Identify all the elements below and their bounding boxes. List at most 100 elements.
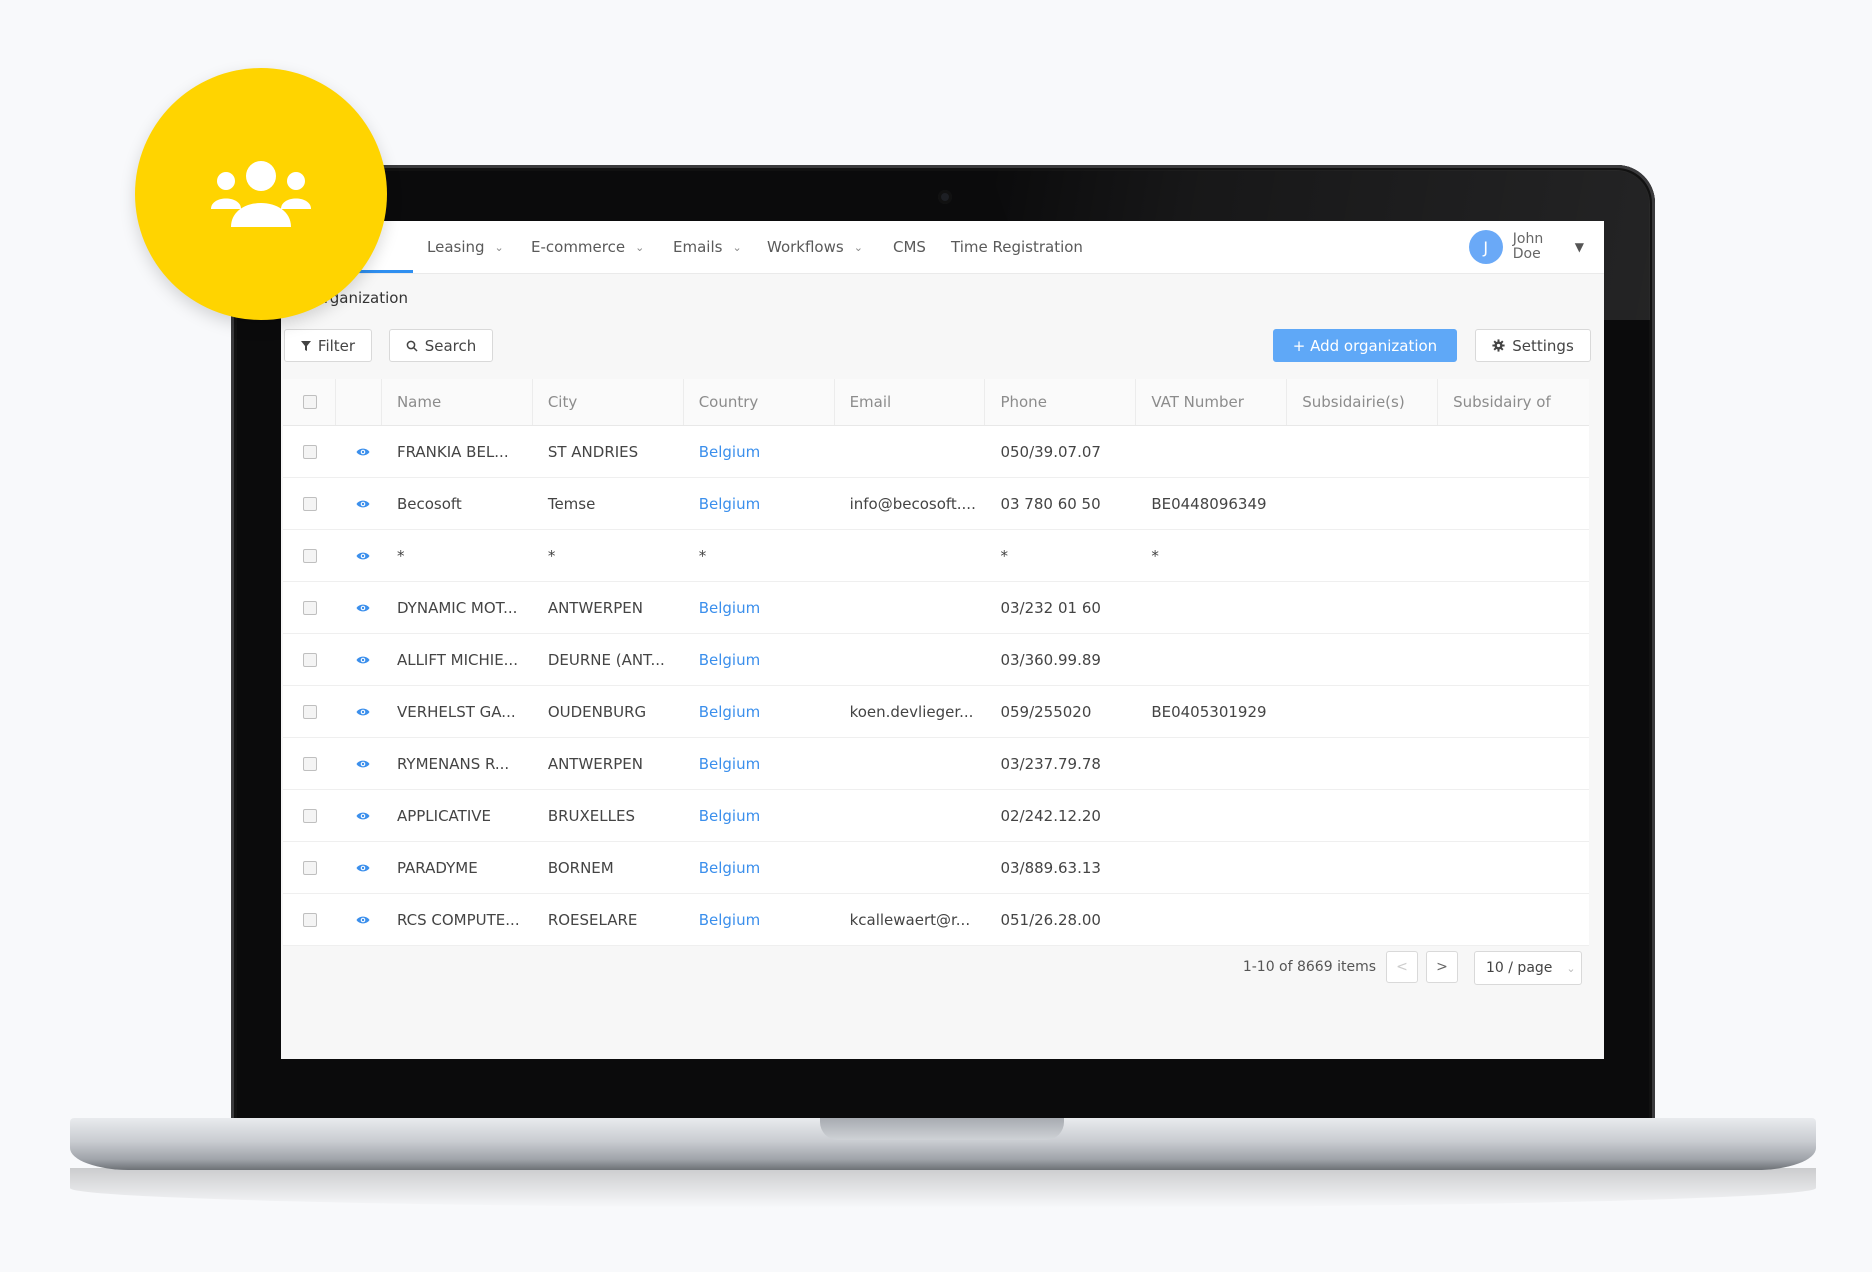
eye-icon[interactable] [356,759,370,769]
row-name: RYMENANS R... [396,754,510,773]
row-country[interactable]: Belgium [684,686,835,737]
column-header-country[interactable]: Country [684,379,835,425]
row-subsidiary-of [1438,842,1589,893]
search-button[interactable]: Search [389,329,493,362]
row-checkbox[interactable] [303,548,317,563]
filter-button[interactable]: Filter [284,329,372,362]
prev-page-button[interactable]: < [1386,951,1418,983]
table-row[interactable]: ALLIFT MICHIE... DEURNE (ANT... Belgium 03/… [283,634,1589,686]
row-checkbox[interactable] [303,912,317,927]
nav-item-time-registration[interactable]: Time Registration [951,221,1083,273]
row-phone: * [1000,546,1008,565]
row-name: APPLICATIVE [396,806,491,825]
column-header-subsidiary-of[interactable]: Subsidairy of [1438,379,1589,425]
column-header-subsidiaries[interactable]: Subsidairie(s) [1287,379,1439,425]
row-name: FRANKIA BEL... [396,442,509,461]
row-phone: 051/26.28.00 [1000,910,1101,929]
row-country[interactable]: Belgium [684,478,835,529]
row-country[interactable]: Belgium [684,634,835,685]
row-view-cell [336,686,382,737]
row-checkbox[interactable] [303,600,317,615]
select-all-checkbox[interactable] [303,395,317,409]
nav-item-workflows[interactable]: Workflows ⌄ [767,221,863,273]
organizations-table: Name City Country Email Phone VAT Number… [283,379,1589,946]
column-header-phone[interactable]: Phone [985,379,1137,425]
table-row[interactable]: RYMENANS R... ANTWERPEN Belgium 03/237.79.7… [283,738,1589,790]
header-view-cell [336,379,382,425]
eye-icon[interactable] [356,655,370,665]
laptop-camera [938,190,952,204]
row-city: ANTWERPEN [547,754,643,773]
row-email: koen.devlieger... [849,702,974,721]
row-select-cell [283,634,336,685]
row-checkbox[interactable] [303,704,317,719]
row-subsidiaries [1287,530,1438,581]
row-city: OUDENBURG [547,702,647,721]
row-vat-number [1136,894,1287,945]
add-organization-button[interactable]: + Add organization [1273,329,1457,362]
column-header-city[interactable]: City [533,379,684,425]
table-row[interactable]: * * * * * [283,530,1589,582]
next-page-button[interactable]: > [1426,951,1458,983]
row-view-cell [336,634,382,685]
row-subsidiaries [1287,686,1438,737]
row-subsidiary-of [1438,790,1589,841]
caret-down-icon: ▼ [1574,240,1584,254]
nav-item-cms[interactable]: CMS [893,221,926,273]
row-select-cell [283,842,336,893]
table-row[interactable]: VERHELST GA... OUDENBURG Belgium koen.devli… [283,686,1589,738]
table-row[interactable]: Becosoft Temse Belgium info@becosoft.... 03 … [283,478,1589,530]
row-country[interactable]: Belgium [684,738,835,789]
nav-item-ecommerce[interactable]: E-commerce ⌄ [531,221,644,273]
row-select-cell [283,894,336,945]
column-header-vat-number[interactable]: VAT Number [1136,379,1288,425]
row-checkbox[interactable] [303,496,317,511]
users-icon [211,161,311,227]
table-row[interactable]: DYNAMIC MOT... ANTWERPEN Belgium 03/232 01 … [283,582,1589,634]
row-city: ROESELARE [547,910,638,929]
row-checkbox[interactable] [303,860,317,875]
table-row[interactable]: FRANKIA BEL... ST ANDRIES Belgium 050/39.07… [283,426,1589,478]
nav-item-emails[interactable]: Emails ⌄ [673,221,742,273]
table-row[interactable]: RCS COMPUTE... ROESELARE Belgium kcallewaer… [283,894,1589,946]
row-country[interactable]: Belgium [684,790,835,841]
eye-icon[interactable] [356,863,370,873]
eye-icon[interactable] [356,707,370,717]
row-view-cell [336,478,382,529]
eye-icon[interactable] [356,811,370,821]
row-subsidiary-of [1438,530,1589,581]
row-vat-number: * [1151,546,1159,565]
eye-icon[interactable] [356,499,370,509]
eye-icon[interactable] [356,447,370,457]
row-view-cell [336,894,382,945]
row-checkbox[interactable] [303,444,317,459]
table-row[interactable]: PARADYME BORNEM Belgium 03/889.63.13 [283,842,1589,894]
eye-icon[interactable] [356,551,370,561]
table-row[interactable]: APPLICATIVE BRUXELLES Belgium 02/242.12.20 [283,790,1589,842]
row-phone: 059/255020 [1000,702,1092,721]
row-country[interactable]: Belgium [684,426,835,477]
row-country[interactable]: Belgium [684,842,835,893]
eye-icon[interactable] [356,915,370,925]
row-checkbox[interactable] [303,808,317,823]
column-header-name[interactable]: Name [382,379,533,425]
row-email: info@becosoft.... [849,494,976,513]
row-city: BRUXELLES [547,806,635,825]
settings-button[interactable]: Settings [1475,329,1591,362]
row-select-cell [283,426,336,477]
user-menu[interactable]: J John Doe ▼ [1468,230,1584,264]
row-email [835,426,986,477]
nav-item-label: CMS [893,238,926,256]
row-subsidiaries [1287,738,1438,789]
eye-icon[interactable] [356,603,370,613]
filter-icon [300,340,311,351]
page-size-select[interactable]: 10 / page ⌄ [1474,951,1582,985]
row-subsidiary-of [1438,634,1589,685]
row-checkbox[interactable] [303,652,317,667]
row-country[interactable]: Belgium [684,894,835,945]
column-header-email[interactable]: Email [835,379,986,425]
nav-item-leasing[interactable]: Leasing ⌄ [427,221,504,273]
row-name: * [396,546,405,565]
row-checkbox[interactable] [303,756,317,771]
row-country[interactable]: Belgium [684,582,835,633]
